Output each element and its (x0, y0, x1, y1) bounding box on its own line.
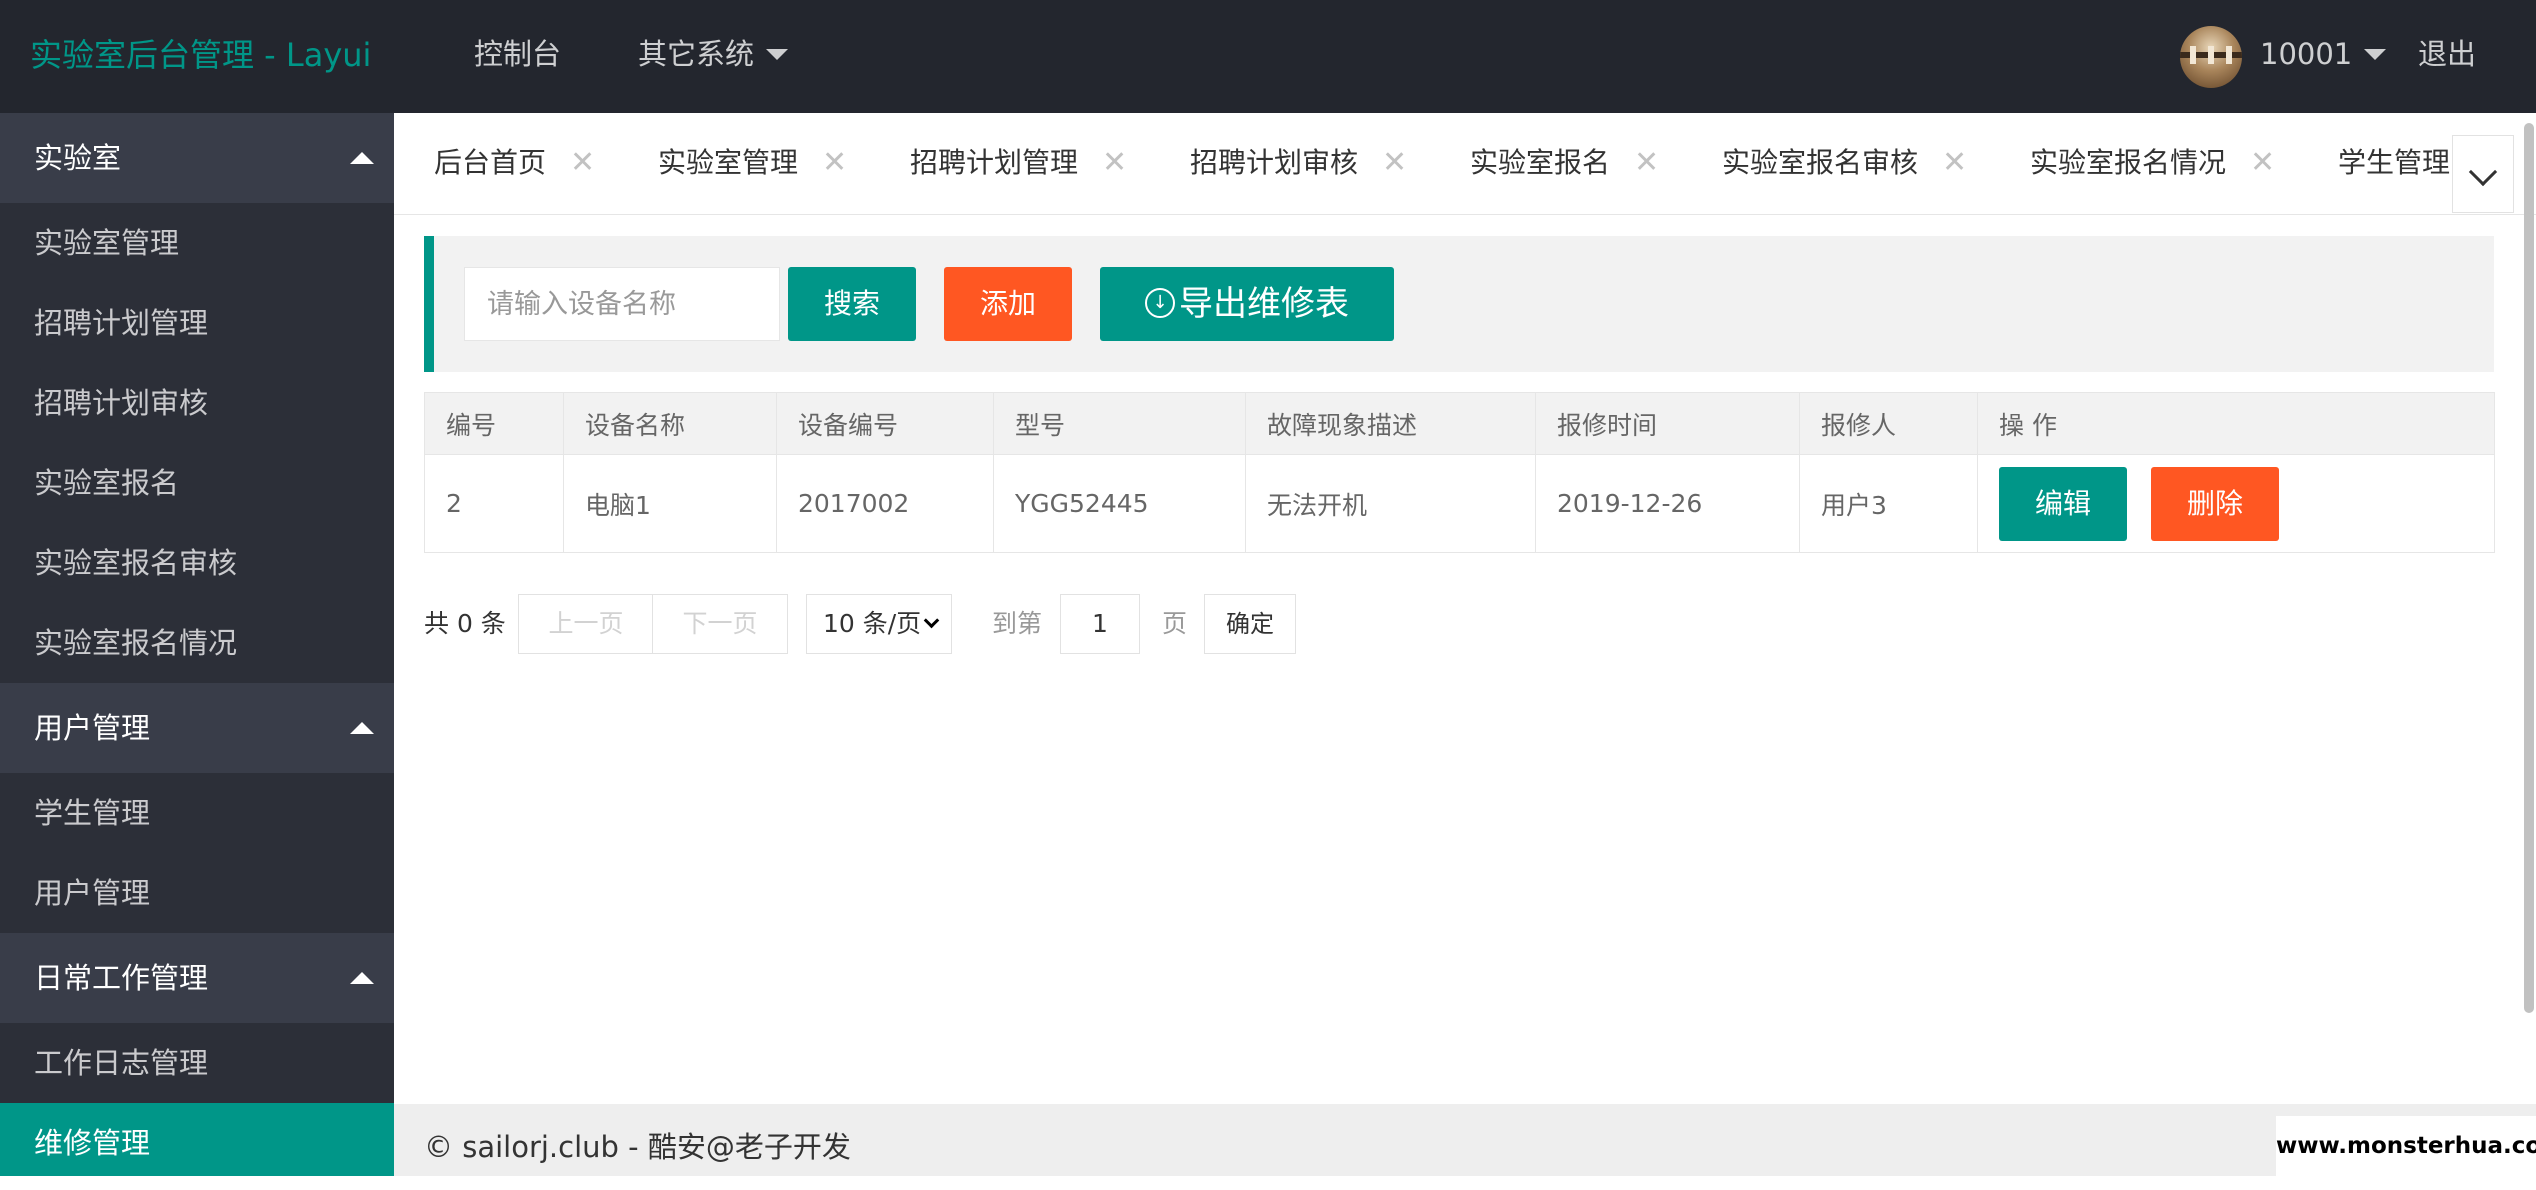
sidebar-item-recruit-review[interactable]: 招聘计划审核 (0, 363, 394, 443)
cell-time: 2019-12-26 (1535, 454, 1800, 553)
page-size-value: 10 条/页 (823, 609, 922, 638)
cell-id: 2 (424, 454, 564, 553)
tab-recruit-plan[interactable]: 招聘计划管理 ✕ (910, 113, 1127, 214)
sidebar-item-repair[interactable]: 维修管理 (0, 1103, 394, 1176)
prev-page-button[interactable]: 上一页 (518, 594, 654, 654)
sidebar-item-signup-status[interactable]: 实验室报名情况 (0, 603, 394, 683)
tab-label: 实验室管理 (658, 146, 799, 179)
caret-down-icon (766, 48, 789, 60)
sidebar-group-lab[interactable]: 实验室 (0, 113, 394, 203)
sidebar-item-recruit-plan[interactable]: 招聘计划管理 (0, 283, 394, 363)
tab-home[interactable]: 后台首页 ✕ (434, 113, 595, 214)
tab-students[interactable]: 学生管理 (2338, 113, 2451, 214)
user-menu[interactable]: 10001 (2260, 0, 2387, 113)
user-name: 10001 (2260, 37, 2353, 71)
close-icon[interactable]: ✕ (822, 145, 847, 180)
avatar[interactable] (2180, 26, 2242, 88)
tab-label: 学生管理 (2338, 146, 2451, 179)
cell-code: 2017002 (776, 454, 994, 553)
cell-actions: 编辑 删除 (1977, 454, 2495, 553)
chevron-down-icon (2468, 157, 2498, 187)
tab-label: 实验室报名 (1470, 146, 1611, 179)
sidebar-item-lab-management[interactable]: 实验室管理 (0, 203, 394, 283)
search-button[interactable]: 搜索 (788, 267, 916, 341)
logout-link[interactable]: 退出 (2418, 0, 2476, 113)
sidebar-item-signup-review[interactable]: 实验室报名审核 (0, 523, 394, 603)
caret-up-icon (350, 972, 374, 984)
sidebar-item-users[interactable]: 用户管理 (0, 853, 394, 933)
caret-down-icon (2364, 48, 2387, 60)
close-icon[interactable]: ✕ (570, 145, 595, 180)
nav-other-systems[interactable]: 其它系统 (638, 0, 789, 113)
col-header: 设备编号 (776, 392, 994, 455)
watermark: www.monsterhua.com (2276, 1116, 2536, 1176)
col-header: 报修人 (1799, 392, 1978, 455)
confirm-page-button[interactable]: 确定 (1204, 594, 1296, 654)
sidebar-group-users[interactable]: 用户管理 (0, 683, 394, 773)
pager-total: 共 0 条 (424, 609, 506, 638)
tab-signup-review[interactable]: 实验室报名审核 ✕ (1722, 113, 1967, 214)
tab-recruit-review[interactable]: 招聘计划审核 ✕ (1190, 113, 1407, 214)
export-label: 导出维修表 (1179, 284, 1349, 324)
table-header-row: 编号 设备名称 设备编号 型号 故障现象描述 报修时间 报修人 操 作 (424, 392, 2495, 455)
tab-label: 实验室报名审核 (1722, 146, 1919, 179)
tab-more-button[interactable] (2452, 135, 2514, 213)
col-header: 设备名称 (563, 392, 777, 455)
chevron-down-icon (923, 612, 940, 629)
page-size-select[interactable]: 10 条/页 (806, 594, 952, 654)
caret-up-icon (350, 722, 374, 734)
col-header: 报修时间 (1535, 392, 1800, 455)
sidebar-group-label: 实验室 (34, 141, 122, 175)
close-icon[interactable]: ✕ (1102, 145, 1127, 180)
delete-button[interactable]: 删除 (2151, 466, 2279, 541)
nav-console[interactable]: 控制台 (474, 0, 561, 113)
tab-label: 招聘计划审核 (1190, 146, 1359, 179)
tab-label: 招聘计划管理 (910, 146, 1079, 179)
col-header: 故障现象描述 (1245, 392, 1536, 455)
scrollbar[interactable] (2524, 123, 2534, 1013)
col-header: 操 作 (1977, 392, 2495, 455)
sidebar: 实验室 实验室管理 招聘计划管理 招聘计划审核 实验室报名 实验室报名审核 实验… (0, 113, 394, 1176)
close-icon[interactable]: ✕ (1942, 145, 1967, 180)
sidebar-item-students[interactable]: 学生管理 (0, 773, 394, 853)
cell-name: 电脑1 (563, 454, 777, 553)
footer-text: © sailorj.club - 酷安@老子开发 (424, 1130, 851, 1164)
tab-bar: 后台首页 ✕ 实验室管理 ✕ 招聘计划管理 ✕ 招聘计划审核 ✕ 实验室报名 ✕ 实验室报… (394, 113, 2536, 215)
footer: © sailorj.club - 酷安@老子开发 (394, 1104, 2536, 1176)
top-header: 实验室后台管理 - Layui 控制台 其它系统 10001 退出 (0, 0, 2536, 113)
app-logo[interactable]: 实验室后台管理 - Layui (30, 0, 371, 113)
tab-signup-status[interactable]: 实验室报名情况 ✕ (2030, 113, 2275, 214)
close-icon[interactable]: ✕ (2250, 145, 2275, 180)
tab-label: 实验室报名情况 (2030, 146, 2227, 179)
close-icon[interactable]: ✕ (1634, 145, 1659, 180)
close-icon[interactable]: ✕ (1382, 145, 1407, 180)
search-input[interactable] (464, 267, 780, 341)
sidebar-group-daily-work[interactable]: 日常工作管理 (0, 933, 394, 1023)
page-number-input[interactable]: 1 (1060, 594, 1140, 654)
cell-reporter: 用户3 (1799, 454, 1978, 553)
cell-model: YGG52445 (993, 454, 1246, 553)
tab-label: 后台首页 (434, 146, 547, 179)
goto-prefix: 到第 (992, 609, 1043, 638)
tab-lab-management[interactable]: 实验室管理 ✕ (658, 113, 847, 214)
col-header: 编号 (424, 392, 564, 455)
nav-other-systems-label: 其它系统 (638, 37, 755, 71)
repair-table: 编号 设备名称 设备编号 型号 故障现象描述 报修时间 报修人 操 作 2 电脑… (424, 392, 2495, 553)
table-row: 2 电脑1 2017002 YGG52445 无法开机 2019-12-26 用… (424, 454, 2495, 553)
download-icon: ↓ (1145, 287, 1175, 318)
cell-fault: 无法开机 (1245, 454, 1536, 553)
sidebar-item-lab-signup[interactable]: 实验室报名 (0, 443, 394, 523)
col-header: 型号 (993, 392, 1246, 455)
next-page-button[interactable]: 下一页 (652, 594, 788, 654)
sidebar-group-label: 用户管理 (34, 711, 151, 745)
export-button[interactable]: ↓ 导出维修表 (1100, 267, 1394, 341)
sidebar-group-label: 日常工作管理 (34, 961, 209, 995)
caret-up-icon (350, 152, 374, 164)
sidebar-item-work-log[interactable]: 工作日志管理 (0, 1023, 394, 1103)
add-button[interactable]: 添加 (944, 267, 1072, 341)
edit-button[interactable]: 编辑 (1999, 466, 2127, 541)
tab-lab-signup[interactable]: 实验室报名 ✕ (1470, 113, 1659, 214)
goto-suffix: 页 (1162, 609, 1188, 638)
